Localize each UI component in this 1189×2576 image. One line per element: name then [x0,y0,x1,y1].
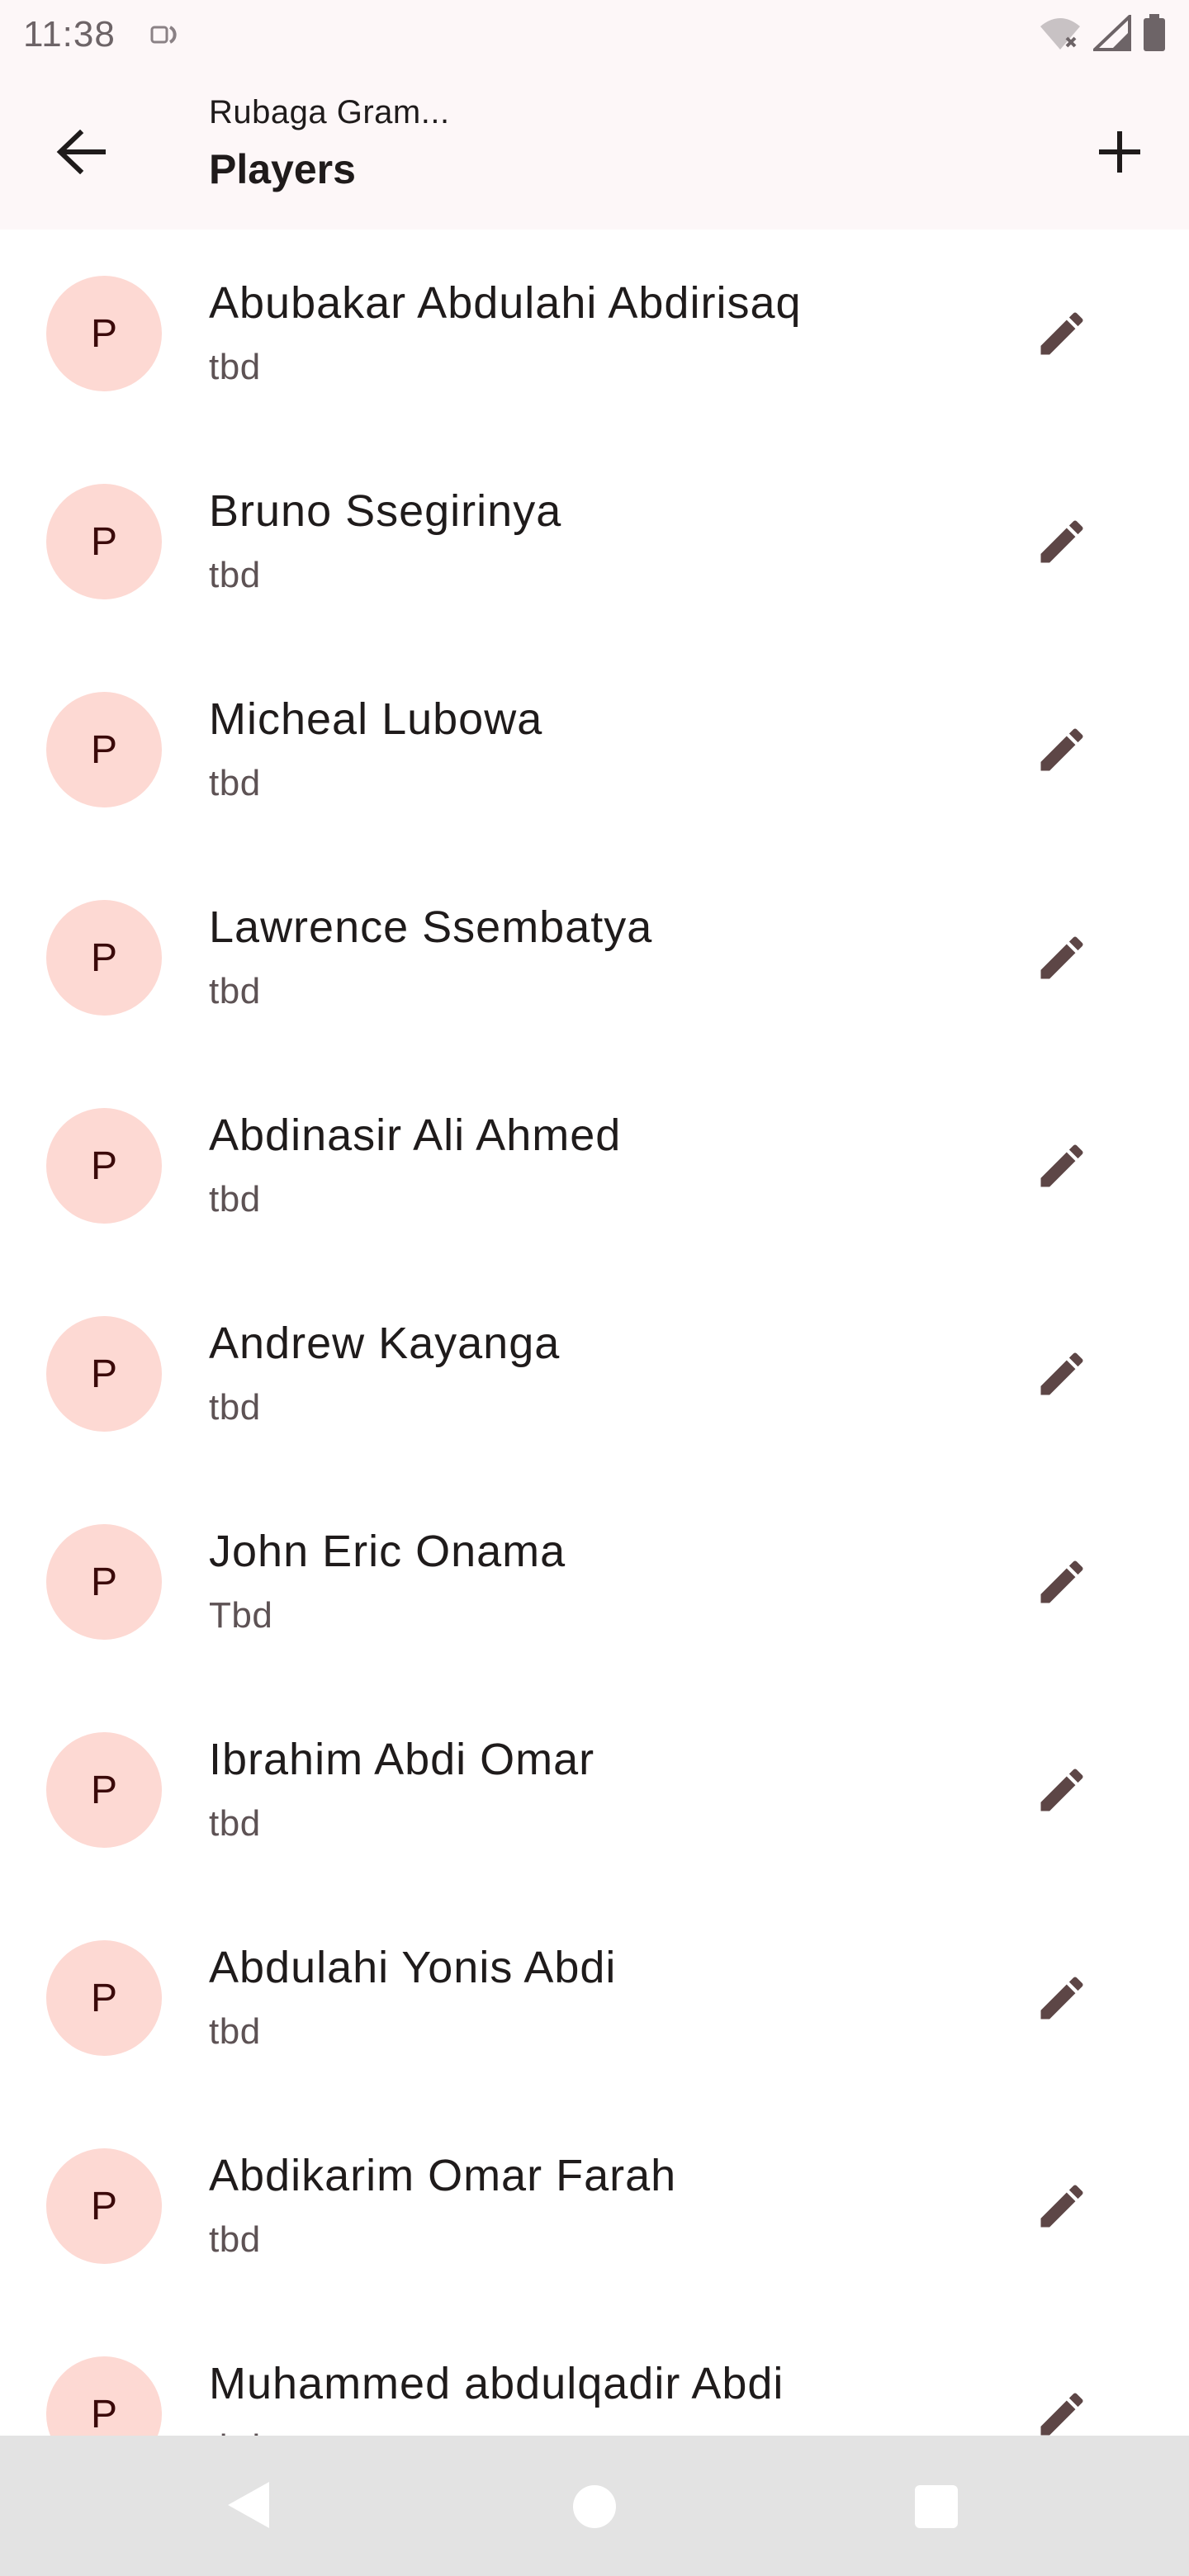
app-subtitle: Rubaga Gram... [209,94,450,130]
edit-player-button[interactable] [1009,2361,1115,2436]
edit-icon [1040,520,1083,563]
edit-icon [1040,1977,1083,2020]
edit-player-button[interactable] [1009,1321,1115,1427]
edit-icon [1040,1769,1083,1811]
edit-icon [1040,2393,1083,2436]
player-list-item[interactable]: P Abdulahi Yonis Abdi tbd [0,1894,1189,2102]
edit-player-button[interactable] [1009,281,1115,386]
arrow-back-icon [56,130,106,174]
system-nav-bar [0,2436,1189,2576]
player-name: Abdinasir Ali Ahmed [209,1110,622,1160]
edit-icon [1040,936,1083,979]
status-time: 11:38 [23,14,116,54]
battery-icon [1143,13,1166,56]
notification-icon [150,22,182,47]
avatar: P [46,692,162,807]
edit-player-button[interactable] [1009,2153,1115,2259]
avatar: P [46,1108,162,1224]
edit-player-button[interactable] [1009,1529,1115,1635]
page-title: Players [209,146,356,192]
player-name: Lawrence Ssembatya [209,902,653,952]
screen: 11:38 Rubaga Gram... Players P Abubakar … [0,0,1189,2576]
player-name: Muhammed abdulqadir Abdi [209,2359,784,2408]
player-list-item[interactable]: P Bruno Ssegirinya tbd [0,438,1189,646]
avatar: P [46,276,162,391]
players-list: P Abubakar Abdulahi Abdirisaq tbd P Brun… [0,230,1189,2436]
player-note: tbd [209,2427,261,2436]
player-name: Ibrahim Abdi Omar [209,1735,595,1784]
player-note: tbd [209,1179,261,1219]
player-list-item[interactable]: P Muhammed abdulqadir Abdi tbd [0,2310,1189,2436]
nav-back-icon[interactable] [223,2479,276,2531]
player-name: Andrew Kayanga [209,1319,561,1368]
player-list-item[interactable]: P John Eric Onama Tbd [0,1478,1189,1686]
nav-home-icon[interactable] [573,2485,616,2528]
app-bar: Rubaga Gram... Players [0,69,1189,230]
avatar: P [46,1940,162,2056]
player-name: Bruno Ssegirinya [209,486,562,536]
edit-icon [1040,1560,1083,1603]
edit-icon [1040,312,1083,355]
player-note: tbd [209,2219,261,2260]
player-list-item[interactable]: P Abubakar Abdulahi Abdirisaq tbd [0,230,1189,438]
player-list-item[interactable]: P Abdikarim Omar Farah tbd [0,2102,1189,2310]
player-name: Abdulahi Yonis Abdi [209,1943,617,1992]
edit-player-button[interactable] [1009,905,1115,1011]
player-name: Abubakar Abdulahi Abdirisaq [209,278,802,328]
add-icon [1099,131,1140,173]
player-list-item[interactable]: P Ibrahim Abdi Omar tbd [0,1686,1189,1894]
avatar: P [46,900,162,1016]
avatar: P [46,2148,162,2264]
nav-recents-icon[interactable] [915,2485,958,2528]
player-name: John Eric Onama [209,1527,566,1576]
player-note: tbd [209,763,261,803]
avatar: P [46,1524,162,1640]
player-name: Abdikarim Omar Farah [209,2151,677,2200]
player-note: Tbd [209,1595,273,1636]
edit-player-button[interactable] [1009,697,1115,803]
player-list-item[interactable]: P Micheal Lubowa tbd [0,646,1189,854]
edit-player-button[interactable] [1009,1113,1115,1219]
wifi-off-icon [1039,15,1082,55]
edit-player-button[interactable] [1009,489,1115,594]
player-note: tbd [209,1803,261,1844]
player-list-item[interactable]: P Andrew Kayanga tbd [0,1270,1189,1478]
player-list-item[interactable]: P Lawrence Ssembatya tbd [0,854,1189,1062]
player-note: tbd [209,1387,261,1428]
edit-icon [1040,1144,1083,1187]
back-button[interactable] [41,112,121,192]
player-list-item[interactable]: P Abdinasir Ali Ahmed tbd [0,1062,1189,1270]
edit-icon [1040,1352,1083,1395]
add-player-button[interactable] [1080,112,1159,192]
edit-icon [1040,728,1083,771]
player-note: tbd [209,2011,261,2052]
avatar: P [46,2356,162,2436]
avatar: P [46,484,162,599]
avatar: P [46,1316,162,1432]
edit-icon [1040,2185,1083,2228]
avatar: P [46,1732,162,1848]
player-note: tbd [209,971,261,1011]
player-name: Micheal Lubowa [209,694,543,744]
edit-player-button[interactable] [1009,1945,1115,2051]
player-note: tbd [209,555,261,595]
status-bar: 11:38 [0,0,1189,69]
signal-icon [1091,12,1131,55]
player-note: tbd [209,347,261,387]
edit-player-button[interactable] [1009,1737,1115,1843]
